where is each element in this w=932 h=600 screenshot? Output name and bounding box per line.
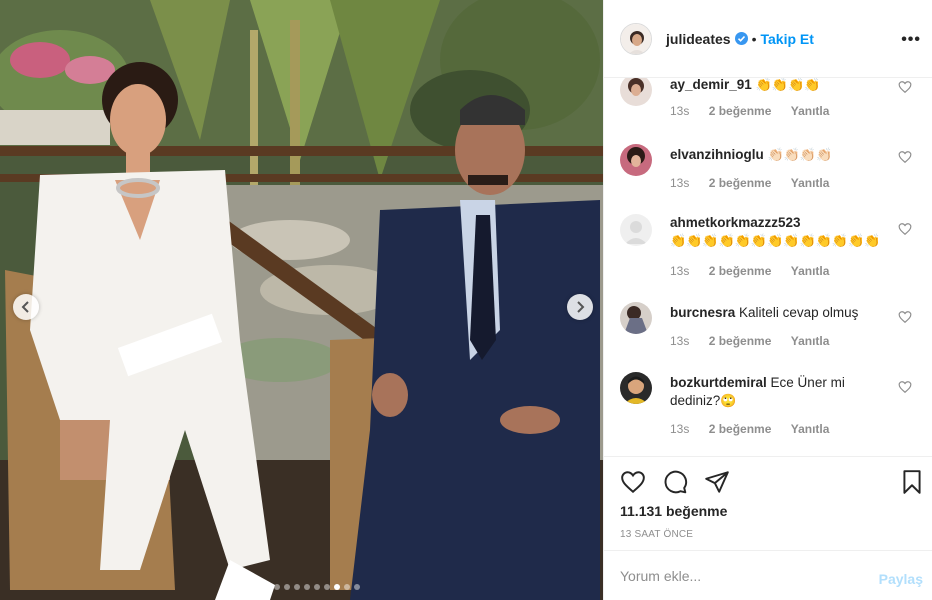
comment-likes[interactable]: 2 beğenme bbox=[709, 264, 772, 278]
reply-button[interactable]: Yanıtla bbox=[791, 176, 830, 190]
previous-photo-button[interactable] bbox=[13, 294, 39, 320]
bookmark-icon[interactable] bbox=[899, 469, 925, 495]
comment-likes[interactable]: 2 beğenme bbox=[709, 176, 772, 190]
author-username[interactable]: julideates bbox=[666, 31, 731, 47]
comment-username[interactable]: burcnesra bbox=[670, 305, 735, 320]
next-photo-button[interactable] bbox=[567, 294, 593, 320]
carousel-dot bbox=[304, 584, 310, 590]
comment-meta: 13s 2 beğenme Yanıtla bbox=[670, 334, 845, 348]
post-header: julideates • Takip Et ••• bbox=[604, 0, 932, 78]
post-actions: 11.131 beğenme 13 SAAT ÖNCE bbox=[604, 456, 932, 550]
carousel-indicator bbox=[254, 584, 360, 590]
comment-meta: 13s 2 beğenme Yanıtla bbox=[670, 176, 845, 190]
comment-emoji: 🙄 bbox=[720, 393, 737, 408]
comment-emoji: 👏👏👏👏👏👏👏👏👏👏👏👏👏 bbox=[670, 233, 881, 248]
comment-like-heart-icon[interactable] bbox=[898, 380, 912, 394]
comment-likes[interactable]: 2 beğenme bbox=[709, 334, 772, 348]
comment-username[interactable]: elvanzihnioglu bbox=[670, 147, 764, 162]
commenter-avatar[interactable] bbox=[620, 372, 652, 404]
comment-like-heart-icon[interactable] bbox=[898, 80, 912, 94]
carousel-dot bbox=[334, 584, 340, 590]
carousel-dot bbox=[294, 584, 300, 590]
chevron-right-icon bbox=[577, 301, 585, 313]
post-comment-button[interactable]: Paylaş bbox=[879, 571, 923, 587]
chevron-left-icon bbox=[21, 301, 29, 313]
heart-icon[interactable] bbox=[620, 469, 646, 495]
comment-meta: 13s 2 beğenme Yanıtla bbox=[670, 104, 845, 118]
verified-badge-icon bbox=[734, 32, 748, 45]
comment-like-heart-icon[interactable] bbox=[898, 150, 912, 164]
post-image bbox=[0, 0, 603, 600]
carousel-dot bbox=[314, 584, 320, 590]
comment-time: 13s bbox=[670, 104, 690, 118]
commenter-avatar[interactable] bbox=[620, 302, 652, 334]
carousel-dot bbox=[354, 584, 360, 590]
comment-time: 13s bbox=[670, 264, 690, 278]
comment-input[interactable] bbox=[620, 565, 870, 587]
reply-button[interactable]: Yanıtla bbox=[791, 264, 830, 278]
reply-button[interactable]: Yanıtla bbox=[791, 104, 830, 118]
comment-icon[interactable] bbox=[662, 469, 688, 495]
post-photo[interactable] bbox=[0, 0, 603, 600]
post-sidebar: julideates • Takip Et ••• ay_demir_91 👏👏… bbox=[603, 0, 932, 600]
comment-username[interactable]: ahmetkorkmazzz523 bbox=[670, 215, 801, 230]
action-icons bbox=[620, 469, 730, 495]
comment-text: burcnesra Kaliteli cevap olmuş bbox=[670, 304, 895, 322]
comment-time: 13s bbox=[670, 334, 690, 348]
comment-likes[interactable]: 2 beğenme bbox=[709, 104, 772, 118]
comment-like-heart-icon[interactable] bbox=[898, 222, 912, 236]
comment-text: bozkurtdemiral Ece Üner mi dediniz?🙄 bbox=[670, 374, 895, 410]
carousel-dot bbox=[264, 584, 270, 590]
carousel-dot bbox=[254, 584, 260, 590]
comment-emoji: 👏🏻👏🏻👏🏻👏🏻 bbox=[767, 147, 833, 162]
reply-button[interactable]: Yanıtla bbox=[791, 422, 830, 436]
comment-list[interactable]: ay_demir_91 👏👏👏👏 13s 2 beğenme Yanıtla e… bbox=[604, 78, 932, 455]
comment-likes[interactable]: 2 beğenme bbox=[709, 422, 772, 436]
commenter-avatar[interactable] bbox=[620, 144, 652, 176]
post-timestamp: 13 SAAT ÖNCE bbox=[620, 529, 694, 540]
add-comment-bar: Paylaş bbox=[604, 550, 932, 600]
comment-time: 13s bbox=[670, 422, 690, 436]
share-icon[interactable] bbox=[704, 469, 730, 495]
comment-text: elvanzihnioglu 👏🏻👏🏻👏🏻👏🏻 bbox=[670, 146, 895, 164]
carousel-dot bbox=[344, 584, 350, 590]
author-avatar[interactable] bbox=[620, 22, 652, 55]
like-count[interactable]: 11.131 beğenme bbox=[620, 503, 727, 519]
follow-button[interactable]: Takip Et bbox=[761, 31, 814, 47]
more-options-icon[interactable]: ••• bbox=[901, 31, 921, 49]
carousel-dot bbox=[274, 584, 280, 590]
commenter-avatar[interactable] bbox=[620, 214, 652, 246]
comment-text: ay_demir_91 👏👏👏👏 bbox=[670, 78, 895, 94]
header-separator: • bbox=[751, 30, 757, 47]
comment-text: ahmetkorkmazzz523 👏👏👏👏👏👏👏👏👏👏👏👏👏 bbox=[670, 214, 895, 250]
reply-button[interactable]: Yanıtla bbox=[791, 334, 830, 348]
comment-time: 13s bbox=[670, 176, 690, 190]
comment-emoji: 👏👏👏👏 bbox=[755, 78, 821, 92]
comment-username[interactable]: bozkurtdemiral bbox=[670, 375, 767, 390]
comment-meta: 13s 2 beğenme Yanıtla bbox=[670, 264, 845, 278]
carousel-dot bbox=[284, 584, 290, 590]
comment-username[interactable]: ay_demir_91 bbox=[670, 78, 752, 92]
comment-like-heart-icon[interactable] bbox=[898, 310, 912, 324]
carousel-dot bbox=[324, 584, 330, 590]
comment-body: Kaliteli cevap olmuş bbox=[739, 305, 859, 320]
comment-meta: 13s 2 beğenme Yanıtla bbox=[670, 422, 845, 436]
commenter-avatar[interactable] bbox=[620, 78, 652, 106]
